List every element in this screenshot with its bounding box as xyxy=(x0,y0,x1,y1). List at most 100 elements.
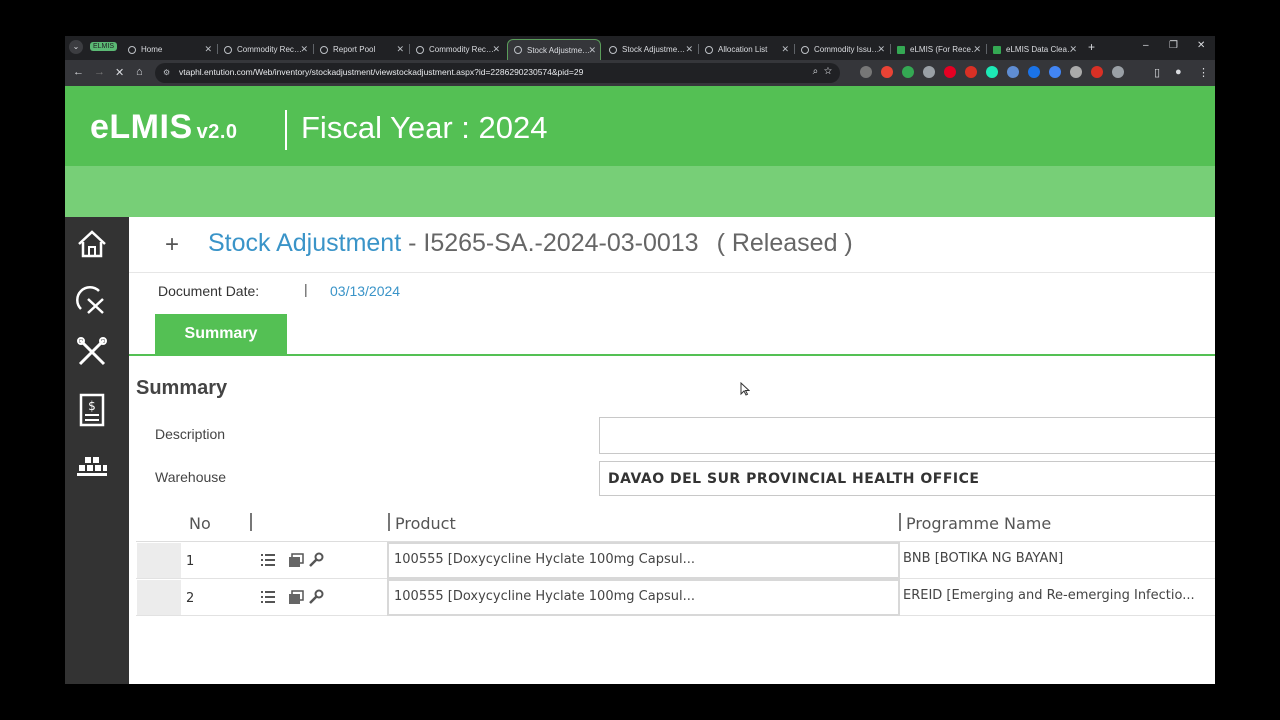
sheets-icon xyxy=(897,45,905,54)
browser-tab[interactable]: Home ✕ xyxy=(122,39,216,60)
column-resize-handle[interactable] xyxy=(388,513,390,531)
document-code: I5265-SA.-2024-03-0013 xyxy=(423,229,699,257)
wrench-icon[interactable] xyxy=(308,552,324,568)
url-text[interactable]: vtaphl.entution.com/Web/inventory/stocka… xyxy=(179,67,583,77)
svg-text:$: $ xyxy=(88,399,96,413)
app-logo[interactable]: eLMIS v2.0 xyxy=(90,108,238,147)
dashboard-tools-icon[interactable] xyxy=(75,283,109,317)
browser-tab[interactable]: eLMIS (For Rece… ✕ xyxy=(891,39,985,60)
description-label: Description xyxy=(155,426,226,442)
browser-tab[interactable]: Report Pool ✕ xyxy=(314,39,408,60)
browser-tab[interactable]: Commodity Rec… ✕ xyxy=(218,39,312,60)
extension-icon[interactable] xyxy=(902,66,914,78)
globe-icon xyxy=(705,45,713,54)
back-arrow-icon[interactable]: ← xyxy=(73,66,84,78)
extension-icon[interactable] xyxy=(1049,66,1061,78)
stop-loading-icon[interactable]: ✕ xyxy=(115,66,124,79)
extension-icon[interactable] xyxy=(986,66,998,78)
extension-icon[interactable] xyxy=(860,66,872,78)
tab-group-label[interactable]: ELMIS xyxy=(90,42,118,51)
status-badge: ( Released ) xyxy=(716,229,853,257)
globe-icon xyxy=(128,45,136,54)
row-selector[interactable] xyxy=(137,543,181,578)
mouse-cursor-icon xyxy=(740,382,750,396)
extension-icon[interactable] xyxy=(1028,66,1040,78)
expand-plus-button[interactable]: + xyxy=(165,231,179,259)
column-resize-handle[interactable] xyxy=(250,513,252,531)
copy-window-icon[interactable] xyxy=(288,589,304,605)
product-cell[interactable]: 100555 [Doxycycline Hyclate 100mg Capsul… xyxy=(387,579,900,616)
globe-icon xyxy=(514,46,522,54)
url-omnibox[interactable]: ⚙ vtaphl.entution.com/Web/inventory/stoc… xyxy=(155,63,840,83)
copy-window-icon[interactable] xyxy=(288,552,304,568)
more-menu-icon[interactable]: ⋮ xyxy=(1198,66,1209,79)
bookmark-star-icon[interactable]: ☆ xyxy=(824,66,832,77)
zoom-icon[interactable]: ⌕ xyxy=(813,66,819,77)
column-header-product[interactable]: Product xyxy=(395,514,456,533)
row-selector[interactable] xyxy=(137,580,181,615)
app-header: eLMIS v2.0 Fiscal Year : 2024 xyxy=(65,86,1215,166)
minimize-button[interactable]: – xyxy=(1143,40,1149,51)
document-date-value: 03/13/2024 xyxy=(330,283,401,299)
globe-icon xyxy=(320,45,328,54)
programme-cell: BNB [BOTIKA NG BAYAN] xyxy=(903,551,1064,566)
tab-search-button[interactable]: ⌄ xyxy=(69,40,83,54)
browser-tab-active[interactable]: Stock Adjustme… ✕ xyxy=(507,39,601,60)
divider xyxy=(129,272,1215,273)
home-icon[interactable]: ⌂ xyxy=(136,66,143,78)
column-header-programme[interactable]: Programme Name xyxy=(906,514,1051,533)
column-resize-handle[interactable] xyxy=(899,513,901,531)
warehouse-input[interactable] xyxy=(599,461,1215,496)
extension-icon[interactable] xyxy=(1091,66,1103,78)
close-icon[interactable]: ✕ xyxy=(300,44,308,55)
home-icon[interactable] xyxy=(75,227,109,261)
document-date-label: Document Date: xyxy=(158,283,260,299)
table-row[interactable]: 1 100555 [Doxycycline Hyclate 100mg Caps… xyxy=(136,542,1215,579)
tab-summary[interactable]: Summary xyxy=(155,314,287,354)
list-details-icon[interactable] xyxy=(260,589,276,605)
close-icon[interactable]: ✕ xyxy=(973,44,981,55)
close-icon[interactable]: ✕ xyxy=(877,44,885,55)
globe-icon xyxy=(609,45,617,54)
browser-tab[interactable]: eLMIS Data Clea… ✕ xyxy=(987,39,1081,60)
close-icon[interactable]: ✕ xyxy=(781,44,789,55)
address-bar-row: ← → ✕ ⌂ ⚙ vtaphl.entution.com/Web/invent… xyxy=(65,60,1215,86)
column-header-no[interactable]: No xyxy=(189,514,211,533)
warehouse-label: Warehouse xyxy=(155,469,227,485)
list-details-icon[interactable] xyxy=(260,552,276,568)
browser-tab[interactable]: Commodity Issu… ✕ xyxy=(795,39,889,60)
close-icon[interactable]: ✕ xyxy=(588,45,596,56)
forward-arrow-icon[interactable]: → xyxy=(94,66,105,78)
product-cell[interactable]: 100555 [Doxycycline Hyclate 100mg Capsul… xyxy=(387,542,900,579)
header-sub-bar xyxy=(65,166,1215,217)
browser-tab[interactable]: Allocation List ✕ xyxy=(699,39,793,60)
document-date-separator: | xyxy=(304,281,308,297)
close-icon[interactable]: ✕ xyxy=(492,44,500,55)
extension-icon[interactable] xyxy=(965,66,977,78)
extensions-area xyxy=(860,66,1124,78)
close-window-button[interactable]: ✕ xyxy=(1197,40,1205,51)
close-icon[interactable]: ✕ xyxy=(685,44,693,55)
extension-icon[interactable] xyxy=(881,66,893,78)
warehouse-boxes-icon[interactable] xyxy=(75,449,109,483)
table-row[interactable]: 2 100555 [Doxycycline Hyclate 100mg Caps… xyxy=(136,579,1215,616)
restore-button[interactable]: ❐ xyxy=(1169,40,1178,51)
close-icon[interactable]: ✕ xyxy=(1069,44,1077,55)
extensions-puzzle-icon[interactable] xyxy=(1112,66,1124,78)
extension-icon[interactable] xyxy=(1007,66,1019,78)
side-panel-icon[interactable]: ▯ xyxy=(1154,66,1160,79)
extension-icon[interactable] xyxy=(923,66,935,78)
browser-tab[interactable]: Commodity Rec… ✕ xyxy=(410,39,504,60)
site-info-icon[interactable]: ⚙ xyxy=(163,68,170,77)
wrench-icon[interactable] xyxy=(308,589,324,605)
description-input[interactable] xyxy=(599,417,1215,454)
close-icon[interactable]: ✕ xyxy=(204,44,212,55)
close-icon[interactable]: ✕ xyxy=(396,44,404,55)
finance-document-icon[interactable]: $ xyxy=(75,393,109,427)
tools-icon[interactable] xyxy=(75,335,109,369)
extension-icon[interactable] xyxy=(944,66,956,78)
profile-avatar-icon[interactable]: ● xyxy=(1175,66,1182,78)
new-tab-button[interactable]: + xyxy=(1088,40,1095,54)
extension-icon[interactable] xyxy=(1070,66,1082,78)
browser-tab[interactable]: Stock Adjustme… ✕ xyxy=(603,39,697,60)
